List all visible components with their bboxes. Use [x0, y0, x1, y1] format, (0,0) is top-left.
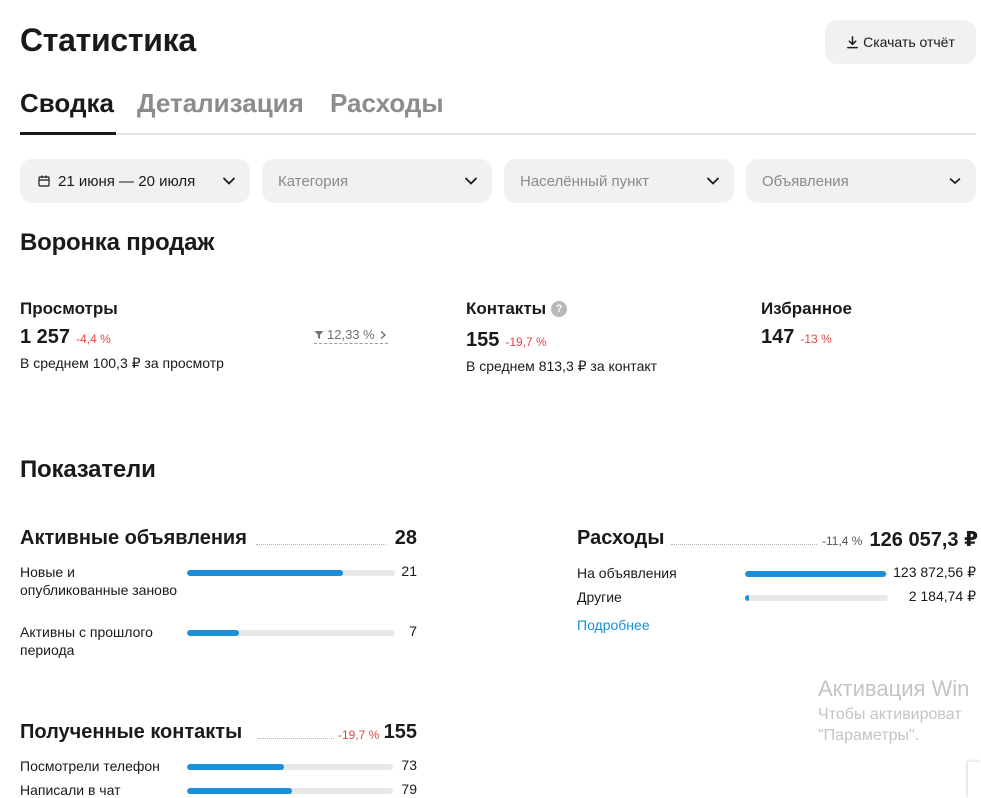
date-range-value: 21 июня — 20 июля [58, 172, 196, 190]
watermark-line: Чтобы активироват [818, 706, 962, 723]
filter-bar: 21 июня — 20 июля Категория Населённый п… [20, 159, 976, 203]
tab-expenses[interactable]: Расходы [330, 88, 444, 135]
expenses-row-label: Другие [577, 589, 622, 605]
category-placeholder: Категория [278, 172, 349, 190]
contacts-received-bar-track [187, 764, 393, 770]
chevron-down-icon [707, 177, 719, 185]
contacts-received-bar-track [187, 788, 393, 794]
active-ads-row-value: 21 [401, 563, 417, 579]
watermark-line: Активация Win [818, 676, 970, 701]
active-ads-row-label: Активны с прошлого периода [20, 624, 153, 658]
expenses-more-link[interactable]: Подробнее [577, 617, 650, 633]
views-delta: -4,4 % [76, 332, 111, 346]
contacts-received-row-label: Посмотрели телефон [20, 758, 160, 774]
indicators-title: Показатели [20, 456, 156, 483]
expenses-delta: -11,4 % [822, 534, 863, 548]
location-placeholder: Населённый пункт [520, 172, 650, 190]
expenses-row-label: На объявления [577, 565, 677, 581]
favorites-label: Избранное [761, 299, 852, 318]
tab-details[interactable]: Детализация [137, 88, 304, 135]
active-ads-bar-fill [187, 570, 343, 576]
contacts-received-row-value: 73 [401, 757, 417, 773]
expenses-row-value: 2 184,74 ₽ [908, 588, 976, 604]
expenses-total: 126 057,3 ₽ [869, 529, 978, 551]
views-label: Просмотры [20, 299, 118, 318]
tab-bar: Сводка Детализация Расходы [20, 88, 976, 135]
calendar-icon [38, 175, 50, 187]
active-ads-bar-fill [187, 630, 239, 636]
contacts-received-delta: -19,7 % [338, 728, 380, 742]
contacts-received-bar-fill [187, 788, 293, 794]
dotted-leader [256, 544, 386, 545]
download-report-label: Скачать отчёт [863, 34, 955, 50]
expenses-row-value: 123 872,56 ₽ [893, 564, 976, 580]
views-value-wrap: 1 257 -4,4 % [20, 326, 111, 349]
active-ads-total: 28 [394, 527, 417, 549]
expenses-bar-fill [745, 595, 750, 601]
chevron-down-icon [949, 178, 961, 185]
contacts-average: В среднем 813,3 ₽ за контакт [466, 358, 658, 374]
active-ads-row-value: 7 [409, 623, 417, 639]
active-ads-title: Активные объявления [20, 527, 247, 549]
help-icon[interactable]: ? [551, 301, 568, 317]
activation-watermark: Активация Win Чтобы активироват "Парамет… [818, 676, 969, 745]
views-conversion-value: 12,33 % [327, 327, 375, 342]
contacts-received-title: Полученные контакты [20, 721, 243, 743]
contacts-label: Контакты [466, 299, 547, 318]
tab-summary[interactable]: Сводка [20, 88, 116, 135]
views-average: В среднем 100,3 ₽ за просмотр [20, 355, 224, 371]
active-ads-row-label: Новые и опубликованные заново [20, 564, 178, 598]
contacts-received-total: 155 [383, 721, 417, 743]
page-title: Статистика [20, 22, 196, 58]
ads-select[interactable]: Объявления [746, 159, 976, 203]
dotted-leader [258, 738, 334, 739]
views-conversion-link[interactable]: 12,33 % [314, 327, 388, 344]
views-value: 1 257 [20, 326, 71, 348]
contacts-value: 155 [466, 329, 500, 351]
date-range-select[interactable]: 21 июня — 20 июля [20, 159, 250, 203]
favorites-delta: -13 % [800, 332, 832, 346]
favorites-value: 147 [761, 326, 795, 348]
funnel-title: Воронка продаж [20, 229, 215, 256]
dotted-leader [671, 544, 817, 545]
contacts-value-wrap: 155 -19,7 % [466, 329, 547, 352]
ads-placeholder: Объявления [762, 172, 849, 190]
contacts-delta: -19,7 % [505, 335, 547, 349]
chevron-right-icon [380, 330, 386, 339]
category-select[interactable]: Категория [262, 159, 492, 203]
contacts-label-wrap: Контакты? [466, 299, 568, 319]
filter-funnel-icon [314, 330, 324, 339]
location-select[interactable]: Населённый пункт [504, 159, 734, 203]
chevron-down-icon [223, 177, 235, 185]
contacts-received-row-value: 79 [401, 781, 417, 797]
chevron-down-icon [465, 177, 477, 185]
expenses-title: Расходы [577, 527, 665, 549]
active-ads-bar-track [187, 630, 395, 636]
watermark-line: "Параметры". [818, 727, 920, 744]
contacts-received-row-label: Написали в чат [20, 782, 121, 798]
contacts-received-bar-fill [187, 764, 284, 770]
download-report-button[interactable]: Скачать отчёт [825, 20, 976, 64]
active-ads-bar-track [187, 570, 395, 576]
page-header: Статистика Скачать отчёт [20, 20, 976, 64]
favorites-value-wrap: 147 -13 % [761, 326, 832, 349]
download-icon [847, 35, 858, 48]
corner-widget [968, 762, 981, 798]
